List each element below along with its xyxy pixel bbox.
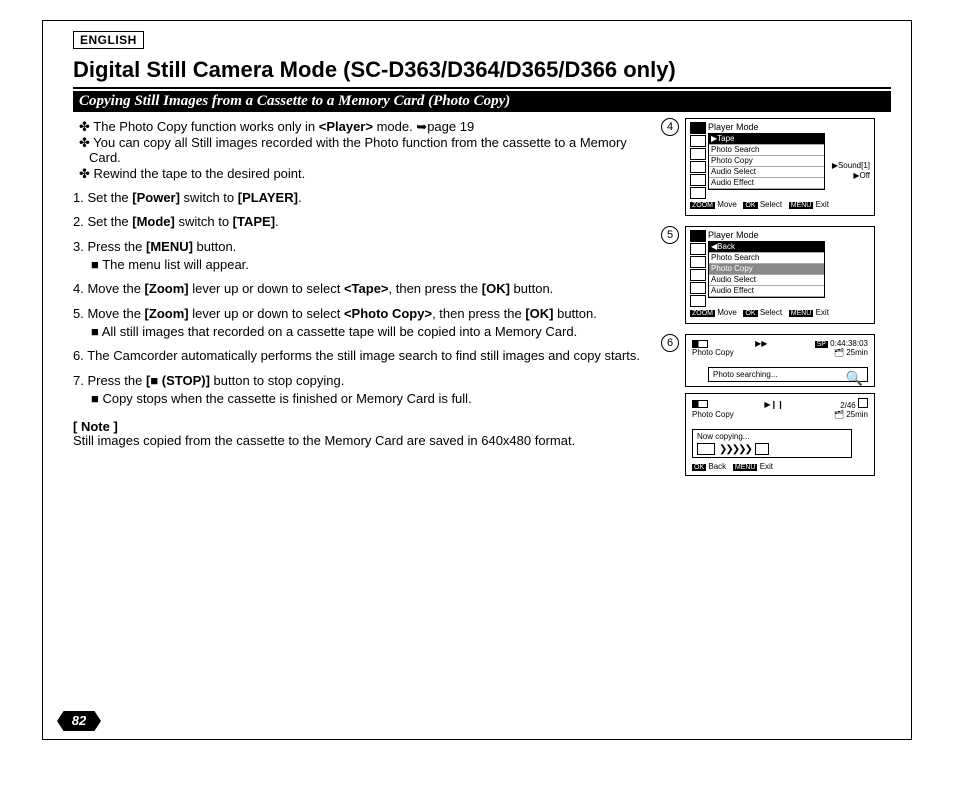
menu-key: MENU <box>789 202 814 209</box>
menu-item: Audio Effect <box>709 286 824 297</box>
exit-label: Exit <box>816 200 829 209</box>
section-subtitle: Copying Still Images from a Cassette to … <box>73 91 891 112</box>
side-value-off: ▶Off <box>853 171 870 180</box>
fast-forward-icon: ▶▶ <box>755 339 767 348</box>
sidebar-icon <box>690 295 706 307</box>
status-text: Photo searching... <box>713 370 777 379</box>
photo-copy-label: Photo Copy <box>692 348 734 357</box>
status-box: Now copying... ❯❯❯❯❯ <box>692 429 852 458</box>
menu-screen-4: Player Mode ▶Tape Photo Search Photo Cop… <box>685 118 875 216</box>
step-1: 1. Set the [Power] switch to [PLAYER]. <box>73 191 651 205</box>
figure-5: 5 Player Mode ◀Back Photo S <box>661 226 891 324</box>
progress-chevrons: ❯❯❯❯❯ <box>719 444 751 455</box>
magnify-icon: 🔍 <box>846 370 863 387</box>
sidebar-icon <box>690 148 706 160</box>
side-value-sound: ▶Sound[1] <box>832 161 870 170</box>
sidebar-icon <box>690 174 706 186</box>
timecode: 0:44:38:03 <box>830 339 868 348</box>
menu-screen-5: Player Mode ◀Back Photo Search Photo Cop… <box>685 226 875 324</box>
remaining-time: 🗂 25min <box>834 410 868 419</box>
battery-icon <box>692 340 708 348</box>
tape-icon <box>697 443 715 455</box>
menu-item: Photo Search <box>709 253 824 264</box>
intro-bullet: ✤ The Photo Copy function works only in … <box>79 120 651 134</box>
body-text-column: ✤ The Photo Copy function works only in … <box>73 118 651 486</box>
sidebar-icon <box>690 135 706 147</box>
figure-column: 4 Player Mode ▶Tape Photo S <box>661 118 891 486</box>
figure-number-6: 6 <box>661 334 679 352</box>
step-7: 7. Press the [■ (STOP)] button to stop c… <box>73 374 651 388</box>
frame-count: 2/46 <box>840 401 856 410</box>
zoom-key: ZOOM <box>690 310 715 317</box>
menu-title: Player Mode <box>708 122 870 132</box>
intro-bullet: ✤ You can copy all Still images recorded… <box>79 136 651 165</box>
sidebar-icon <box>690 122 706 134</box>
card-icon <box>858 398 868 408</box>
menu-item: Audio Select <box>709 167 824 178</box>
step-5: 5. Move the [Zoom] lever up or down to s… <box>73 307 651 321</box>
menu-title: Player Mode <box>708 230 870 240</box>
menu-item-back: ◀Back <box>709 242 824 253</box>
photo-copy-label: Photo Copy <box>692 410 734 419</box>
menu-item: Audio Select <box>709 275 824 286</box>
memory-card-icon <box>755 443 769 455</box>
manual-page: ENGLISH Digital Still Camera Mode (SC-D3… <box>42 20 912 740</box>
sidebar-icon <box>690 282 706 294</box>
figure-4: 4 Player Mode ▶Tape Photo S <box>661 118 891 216</box>
language-tag: ENGLISH <box>73 31 144 49</box>
menu-key: MENU <box>733 464 758 471</box>
menu-item-photo-copy: Photo Copy <box>709 264 824 275</box>
ok-key: OK <box>692 464 706 471</box>
figure-number-5: 5 <box>661 226 679 244</box>
status-text: Now copying... <box>697 432 847 441</box>
step-6: 6. The Camcorder automatically performs … <box>73 349 651 363</box>
play-screen-copying: ▶❙❙ 2/46 Photo Copy 🗂 25min Now copying.… <box>685 393 875 476</box>
menu-sidebar-icons <box>690 122 706 200</box>
page-title: Digital Still Camera Mode (SC-D363/D364/… <box>73 57 891 89</box>
menu-item-tape: ▶Tape <box>709 134 824 145</box>
back-label: Back <box>708 462 726 471</box>
menu-sidebar-icons <box>690 230 706 308</box>
sidebar-icon <box>690 187 706 199</box>
select-label: Select <box>760 200 782 209</box>
play-screen-searching: ▶▶ SP 0:44:38:03 Photo Copy 🗂 25min Phot… <box>685 334 875 387</box>
status-box: Photo searching... 🔍 <box>708 367 868 382</box>
sp-badge: SP <box>815 341 828 348</box>
sidebar-icon <box>690 243 706 255</box>
sidebar-icon <box>690 269 706 281</box>
sidebar-icon <box>690 230 706 242</box>
figure-6: 6 ▶▶ SP 0:44:38:03 Photo Copy 🗂 25min <box>661 334 891 476</box>
ok-key: OK <box>743 310 757 317</box>
move-label: Move <box>717 200 737 209</box>
remaining-time: 🗂 25min <box>834 348 868 357</box>
step-4: 4. Move the [Zoom] lever up or down to s… <box>73 282 651 296</box>
pause-icon: ▶❙❙ <box>764 400 784 409</box>
sidebar-icon <box>690 256 706 268</box>
step-3-sub: ■ The menu list will appear. <box>91 258 651 272</box>
step-7-sub: ■ Copy stops when the cassette is finish… <box>91 392 651 406</box>
zoom-key: ZOOM <box>690 202 715 209</box>
figure-number-4: 4 <box>661 118 679 136</box>
menu-item: Photo Copy <box>709 156 824 167</box>
page-number: 82 <box>57 711 101 731</box>
menu-key: MENU <box>789 310 814 317</box>
step-3: 3. Press the [MENU] button. <box>73 240 651 254</box>
battery-icon <box>692 400 708 408</box>
exit-label: Exit <box>760 462 773 471</box>
menu-item: Photo Search <box>709 145 824 156</box>
menu-item: Audio Effect <box>709 178 824 189</box>
note-heading: [ Note ] <box>73 420 651 434</box>
step-2: 2. Set the [Mode] switch to [TAPE]. <box>73 215 651 229</box>
step-5-sub: ■ All still images that recorded on a ca… <box>91 325 651 339</box>
ok-key: OK <box>743 202 757 209</box>
sidebar-icon <box>690 161 706 173</box>
note-body: Still images copied from the cassette to… <box>73 434 651 448</box>
intro-bullet: ✤ Rewind the tape to the desired point. <box>79 167 651 181</box>
